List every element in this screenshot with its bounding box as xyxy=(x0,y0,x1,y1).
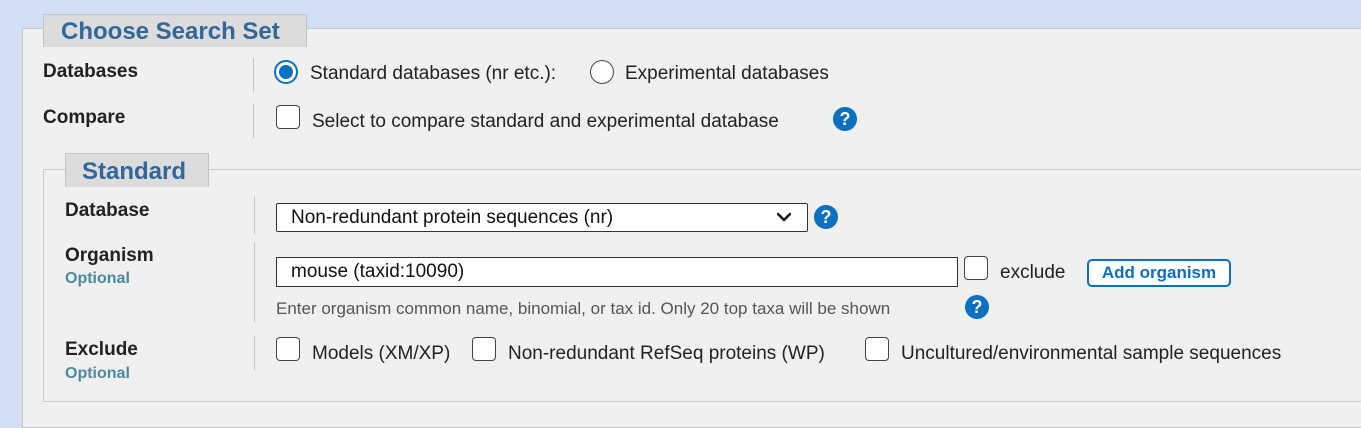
compare-label: Compare xyxy=(43,107,126,128)
divider xyxy=(253,58,254,92)
experimental-databases-label[interactable]: Experimental databases xyxy=(625,63,829,85)
refseq-proteins-checkbox[interactable] xyxy=(472,337,496,361)
add-organism-button[interactable]: Add organism xyxy=(1087,259,1231,287)
divider xyxy=(254,196,255,234)
database-label: Database xyxy=(65,200,150,221)
chevron-down-icon xyxy=(777,212,791,222)
database-select-value: Non-redundant protein sequences (nr) xyxy=(291,207,614,228)
divider xyxy=(253,104,254,138)
refseq-proteins-label[interactable]: Non-redundant RefSeq proteins (WP) xyxy=(508,343,825,365)
organism-hint: Enter organism common name, binomial, or… xyxy=(276,299,891,318)
organism-input-value: mouse (taxid:10090) xyxy=(291,261,465,282)
divider xyxy=(254,242,255,322)
uncultured-sequences-label[interactable]: Uncultured/environmental sample sequence… xyxy=(901,343,1281,365)
exclude-organism-checkbox[interactable] xyxy=(964,256,988,280)
help-icon[interactable]: ? xyxy=(814,205,838,229)
exclude-label: Exclude xyxy=(65,339,138,360)
exclude-optional-label: Optional xyxy=(65,365,130,382)
compare-text[interactable]: Select to compare standard and experimen… xyxy=(312,111,779,133)
databases-label: Databases xyxy=(43,61,139,82)
exclude-organism-label[interactable]: exclude xyxy=(1000,262,1066,284)
uncultured-sequences-checkbox[interactable] xyxy=(865,337,889,361)
organism-label: Organism xyxy=(65,245,154,266)
experimental-databases-radio[interactable] xyxy=(590,60,614,84)
organism-optional-label: Optional xyxy=(65,270,130,287)
help-icon[interactable]: ? xyxy=(965,295,989,319)
standard-databases-label[interactable]: Standard databases (nr etc.): xyxy=(310,63,556,85)
organism-input[interactable]: mouse (taxid:10090) xyxy=(276,257,958,287)
models-label[interactable]: Models (XM/XP) xyxy=(312,343,450,365)
database-select[interactable]: Non-redundant protein sequences (nr) xyxy=(276,203,808,232)
standard-legend: Standard xyxy=(65,153,209,187)
standard-databases-radio[interactable] xyxy=(274,60,298,84)
choose-search-set-legend: Choose Search Set xyxy=(43,14,307,47)
help-icon[interactable]: ? xyxy=(833,107,857,131)
models-checkbox[interactable] xyxy=(276,337,300,361)
compare-checkbox[interactable] xyxy=(276,105,300,129)
divider xyxy=(254,336,255,370)
